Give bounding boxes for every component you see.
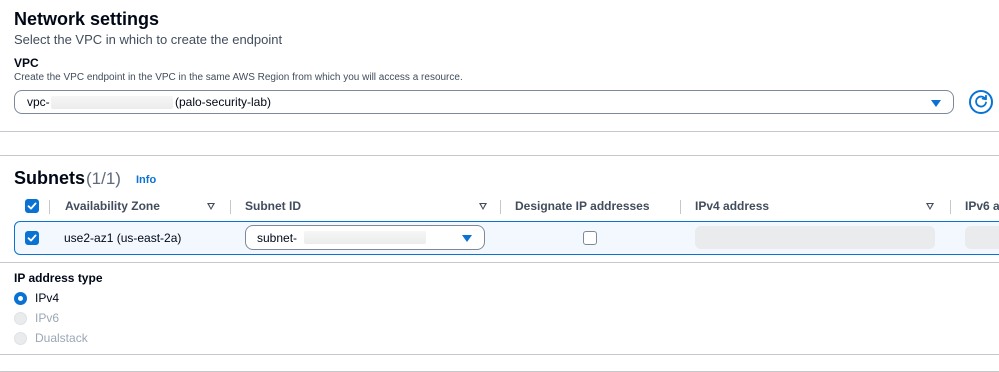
vpc-value-prefix: vpc- bbox=[27, 95, 50, 109]
vpc-label: VPC bbox=[14, 56, 39, 70]
column-header-designate-ip: Designate IP addresses bbox=[515, 199, 650, 213]
radio-label-dualstack: Dualstack bbox=[35, 331, 88, 345]
radio-ipv6 bbox=[14, 312, 27, 325]
column-divider bbox=[230, 200, 231, 214]
availability-zone-value: use2-az1 (us-east-2a) bbox=[64, 231, 182, 245]
radio-label-ipv4[interactable]: IPv4 bbox=[35, 291, 59, 305]
subnet-value-prefix: subnet- bbox=[257, 231, 298, 245]
sort-icon[interactable] bbox=[207, 203, 215, 210]
column-header-availability-zone[interactable]: Availability Zone bbox=[65, 199, 160, 213]
subnets-count: (1/1) bbox=[86, 169, 121, 188]
ipv6-address-input bbox=[965, 226, 999, 249]
vpc-value-name: (palo-security-lab) bbox=[175, 95, 272, 109]
radio-label-ipv6: IPv6 bbox=[35, 311, 60, 325]
subnets-title: Subnets bbox=[14, 168, 86, 188]
subnet-id-select[interactable]: subnet- bbox=[245, 225, 485, 250]
info-link[interactable]: Info bbox=[136, 174, 156, 186]
column-header-subnet-id[interactable]: Subnet ID bbox=[245, 199, 301, 213]
refresh-button[interactable] bbox=[969, 90, 993, 114]
column-divider bbox=[49, 200, 50, 214]
sort-icon[interactable] bbox=[479, 203, 487, 210]
ipv4-address-input bbox=[695, 226, 935, 249]
column-divider bbox=[950, 200, 951, 214]
designate-ip-checkbox[interactable] bbox=[583, 231, 597, 245]
subnets-panel bbox=[0, 155, 999, 372]
vpc-select[interactable]: vpc- (palo-security-lab) bbox=[14, 90, 954, 114]
check-icon bbox=[27, 234, 37, 242]
ip-address-type-label: IP address type bbox=[14, 271, 103, 285]
section-divider bbox=[0, 354, 999, 355]
section-divider bbox=[0, 262, 999, 263]
network-settings-title: Network settings bbox=[14, 9, 160, 29]
sort-icon[interactable] bbox=[926, 203, 934, 210]
column-divider bbox=[680, 200, 681, 214]
column-divider bbox=[500, 200, 501, 214]
check-icon bbox=[27, 202, 37, 210]
chevron-down-icon bbox=[462, 235, 472, 242]
vpc-description: Create the VPC endpoint in the VPC in th… bbox=[14, 72, 463, 83]
network-settings-description: Select the VPC in which to create the en… bbox=[14, 32, 283, 47]
chevron-down-icon bbox=[931, 100, 941, 107]
column-header-ipv4-address[interactable]: IPv4 address bbox=[695, 199, 769, 213]
redacted-subnet-id bbox=[304, 231, 426, 244]
radio-dualstack bbox=[14, 332, 27, 345]
radio-ipv4[interactable] bbox=[14, 292, 27, 305]
column-header-ipv6-address[interactable]: IPv6 a bbox=[965, 199, 999, 213]
row-checkbox[interactable] bbox=[25, 231, 39, 245]
select-all-checkbox[interactable] bbox=[25, 199, 39, 213]
refresh-icon bbox=[975, 95, 987, 108]
redacted-vpc-id bbox=[51, 96, 173, 109]
